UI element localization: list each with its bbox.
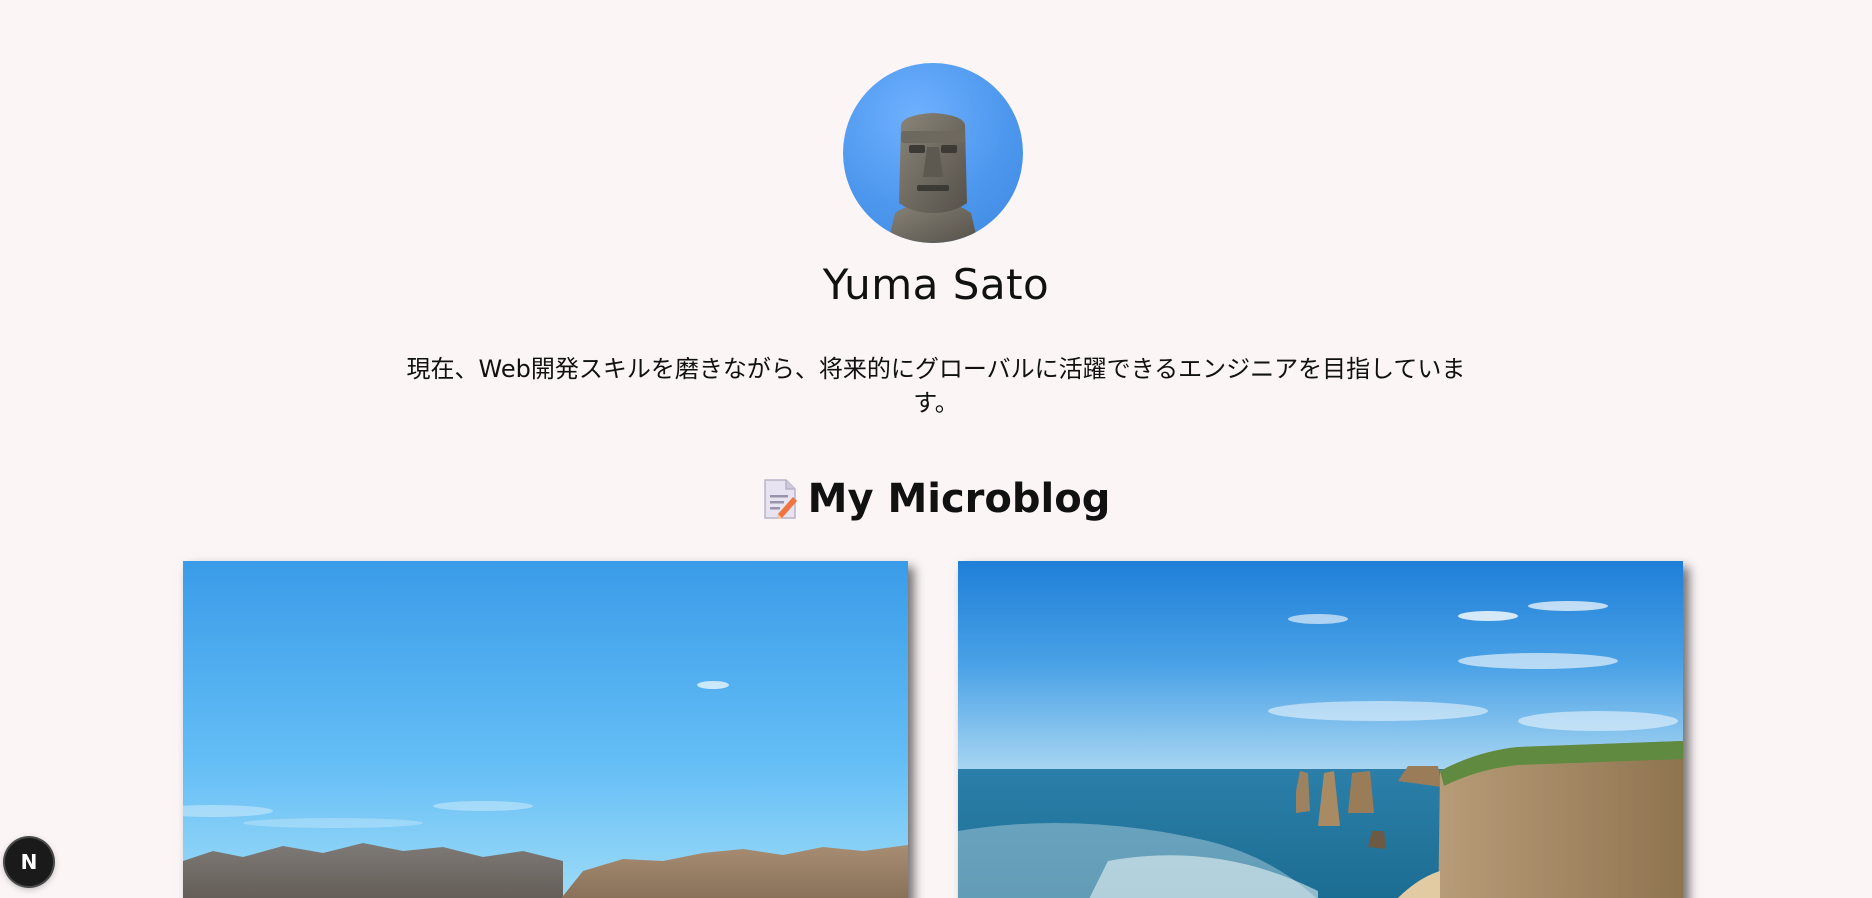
profile-name: Yuma Sato	[822, 260, 1050, 309]
nextjs-icon: N	[20, 850, 38, 874]
coastal-cliffs-photo	[958, 561, 1683, 898]
microblog-title: My Microblog	[807, 476, 1111, 522]
profile-page: Yuma Sato 現在、Web開発スキルを磨きながら、将来的にグローバルに活躍…	[0, 0, 1872, 898]
microblog-heading: My Microblog	[0, 476, 1872, 522]
memo-icon	[762, 478, 798, 520]
mountain-sky-photo	[183, 561, 908, 898]
post-card-mountain[interactable]	[183, 561, 908, 898]
post-card-coast[interactable]	[958, 561, 1683, 898]
moai-avatar-icon	[888, 113, 978, 243]
profile-bio: 現在、Web開発スキルを磨きながら、将来的にグローバルに活躍できるエンジニアを目…	[406, 355, 1466, 417]
avatar	[843, 63, 1023, 243]
nextjs-dev-badge[interactable]: N	[5, 838, 53, 886]
